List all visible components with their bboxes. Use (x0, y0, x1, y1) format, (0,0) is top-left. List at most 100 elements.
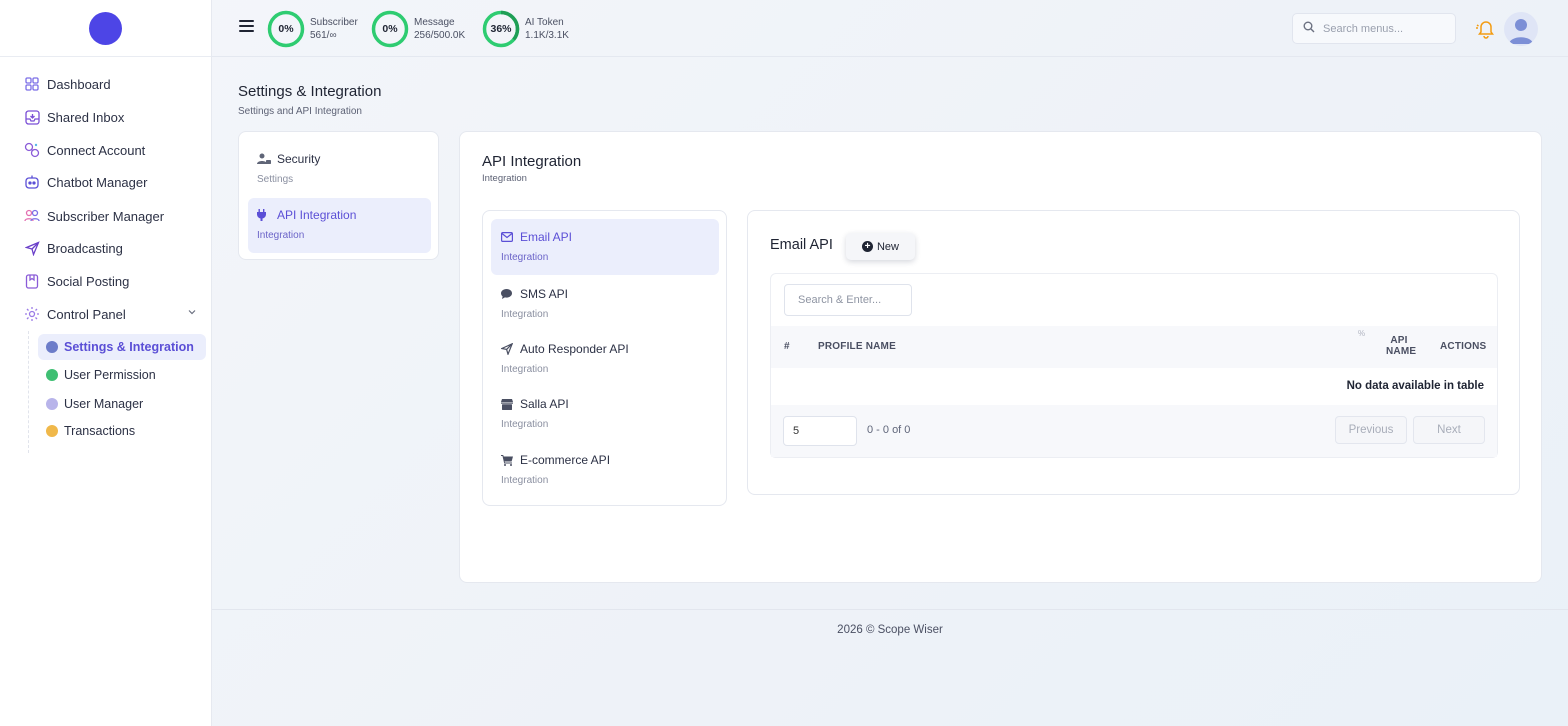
chevron-down-icon[interactable] (186, 306, 200, 320)
api-item-ecommerce[interactable]: E-commerce API Integration (491, 442, 719, 498)
email-api-panel: Email API + New # PROFILE NAME % API NAM… (747, 210, 1520, 495)
plug-icon (257, 209, 271, 221)
email-api-title: Email API (770, 237, 833, 253)
stat-value: 1.1K/3.1K (525, 30, 569, 41)
page-info: 0 - 0 of 0 (867, 424, 911, 436)
settings-menu-title: API Integration (277, 208, 357, 222)
bell-icon[interactable] (1475, 17, 1497, 39)
api-item-auto-responder[interactable]: Auto Responder API Integration (491, 331, 719, 387)
api-item-subtitle: Integration (501, 309, 549, 320)
progress-ring: 0% (267, 10, 305, 48)
gear-icon (46, 341, 58, 353)
col-actions: ACTIONS (1440, 341, 1487, 352)
user-icon (46, 398, 58, 410)
api-item-title: Auto Responder API (520, 342, 629, 356)
inbox-icon (24, 109, 40, 125)
new-button-label: New (876, 240, 899, 253)
sidebar-subitem-label: User Manager (64, 397, 144, 411)
menu-search[interactable] (1292, 13, 1456, 44)
table-header: # PROFILE NAME % API NAME ACTIONS (771, 326, 1497, 368)
sidebar-subitem-user-permission[interactable]: User Permission (38, 362, 206, 388)
next-button[interactable]: Next (1413, 416, 1485, 444)
sidebar-item-label: Shared Inbox (47, 109, 125, 125)
api-item-email[interactable]: Email API Integration (491, 219, 719, 275)
api-item-title: E-commerce API (520, 453, 611, 467)
paper-plane-icon (501, 343, 513, 355)
col-api-name[interactable]: API NAME (1386, 335, 1417, 357)
api-item-sms[interactable]: SMS API Integration (491, 276, 719, 332)
footer-divider (212, 609, 1568, 610)
envelope-icon (501, 231, 513, 243)
settings-menu-subtitle: Settings (257, 174, 294, 185)
api-item-subtitle: Integration (501, 475, 549, 486)
section-title: API Integration (482, 153, 582, 170)
stat-percent: 36% (490, 23, 512, 35)
sidebar-subitem-label: Settings & Integration (64, 340, 194, 354)
sidebar-item-connect-account[interactable]: Connect Account (24, 139, 200, 161)
col-number[interactable]: # (784, 341, 790, 352)
stat-name: AI Token (525, 17, 564, 28)
sidebar-item-social-posting[interactable]: Social Posting (24, 270, 200, 292)
sidebar-item-label: Social Posting (47, 273, 130, 289)
chat-bubble-icon (501, 288, 513, 300)
sort-indicator: % (1358, 329, 1366, 338)
sidebar-item-label: Subscriber Manager (47, 208, 165, 224)
footer-copyright: 2026 © Scope Wiser (837, 624, 943, 636)
table-search-input[interactable] (784, 284, 912, 316)
sidebar-item-subscriber-manager[interactable]: Subscriber Manager (24, 205, 200, 227)
page-subtitle: Settings and API Integration (238, 106, 362, 117)
users-icon (24, 208, 40, 224)
sidebar-item-label: Control Panel (47, 306, 126, 322)
sidebar-subitem-transactions[interactable]: Transactions (38, 418, 206, 444)
brand-logo[interactable] (89, 11, 122, 45)
bot-icon (24, 174, 40, 190)
col-api-name-line2: NAME (1386, 346, 1417, 357)
cart-icon (501, 454, 513, 466)
sidebar-item-shared-inbox[interactable]: Shared Inbox (24, 106, 200, 128)
sidebar-subitem-user-manager[interactable]: User Manager (38, 391, 206, 417)
empty-message: No data available in table (1346, 380, 1484, 392)
empty-table-row: No data available in table (771, 368, 1497, 405)
settings-menu-title: Security (277, 152, 321, 166)
settings-menu-api-integration[interactable]: API Integration Integration (248, 198, 431, 253)
api-integration-card: API Integration Integration Email API In… (459, 131, 1542, 583)
new-button[interactable]: + New (846, 233, 915, 260)
sidebar-item-broadcasting[interactable]: Broadcasting (24, 237, 200, 259)
api-item-title: SMS API (520, 287, 569, 301)
stat-message: 0% Message 256/500.0K (371, 10, 465, 48)
store-icon (501, 398, 513, 410)
grid-icon (24, 76, 40, 92)
sidebar-subitem-settings-integration[interactable]: Settings & Integration (38, 334, 206, 360)
section-subtitle: Integration (482, 173, 527, 184)
sidebar-item-chatbot-manager[interactable]: Chatbot Manager (24, 171, 200, 193)
gear-icon (24, 306, 40, 322)
link-icon (24, 142, 40, 158)
avatar[interactable] (1504, 12, 1538, 46)
sidebar-item-dashboard[interactable]: Dashboard (24, 73, 200, 95)
settings-menu-subtitle: Integration (257, 230, 305, 241)
plus-circle-icon: + (861, 241, 873, 252)
settings-menu-security[interactable]: Security Settings (248, 142, 431, 197)
stat-value: 561/∞ (310, 30, 337, 41)
coin-icon (46, 425, 58, 437)
col-profile-name[interactable]: PROFILE NAME (818, 341, 896, 352)
profiles-table: # PROFILE NAME % API NAME ACTIONS No dat… (770, 273, 1498, 458)
stat-value: 256/500.0K (414, 30, 466, 41)
key-icon (46, 369, 58, 381)
api-item-salla[interactable]: Salla API Integration (491, 386, 719, 442)
table-footer: 5 0 - 0 of 0 Previous Next (771, 405, 1497, 457)
menu-toggle-icon[interactable] (239, 20, 254, 34)
progress-ring: 0% (371, 10, 409, 48)
search-input[interactable] (1323, 22, 1443, 35)
sidebar-subitem-label: User Permission (64, 368, 156, 382)
stat-ai-token: 36% AI Token 1.1K/3.1K (482, 10, 569, 48)
sidebar-subitem-label: Transactions (64, 424, 136, 438)
sidebar-item-control-panel[interactable]: Control Panel (24, 303, 200, 325)
api-item-title: Salla API (520, 397, 569, 411)
previous-button[interactable]: Previous (1335, 416, 1407, 444)
top-header: 0% Subscriber 561/∞ 0% Message 256/500.0… (212, 0, 1568, 57)
sidebar: Dashboard Shared Inbox Connect Account C… (0, 0, 212, 726)
stat-percent: 0% (278, 23, 294, 35)
bookmark-icon (24, 273, 40, 289)
page-size-select[interactable]: 5 (783, 416, 857, 446)
